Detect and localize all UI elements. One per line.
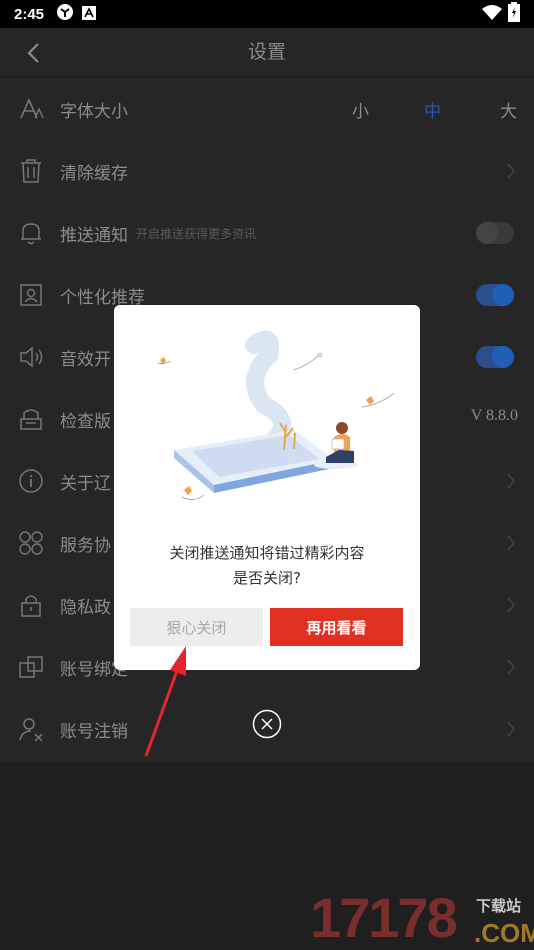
- version-number: V 8.8.0: [470, 407, 518, 424]
- trash-icon: [16, 156, 46, 186]
- dialog-message-line1: 关闭推送通知将错过精彩内容: [169, 544, 365, 562]
- page-title: 设置: [247, 41, 286, 63]
- speaker-icon: [16, 342, 46, 372]
- bell-icon: [16, 218, 46, 248]
- watermark-top-text: 下载站: [476, 897, 522, 915]
- service-label: 服务协: [60, 535, 111, 556]
- grid-circles-icon: [16, 528, 46, 558]
- battery-icon: [508, 2, 520, 26]
- font-size-large[interactable]: 大: [500, 97, 517, 122]
- about-label: 关于辽: [60, 473, 111, 494]
- keyboard-notification-icon: [82, 5, 97, 24]
- chevron-right-icon: [507, 535, 516, 551]
- sound-label: 音效开: [60, 349, 111, 370]
- annotation-arrow: [144, 646, 186, 757]
- push-toggle[interactable]: [476, 222, 514, 244]
- chevron-right-icon: [507, 163, 516, 179]
- watermark-number: 17178: [310, 886, 458, 949]
- dialog-close-icon[interactable]: [252, 709, 282, 739]
- row-clear-cache[interactable]: 清除缓存: [0, 140, 534, 202]
- user-remove-icon: [16, 714, 46, 744]
- clear-cache-label: 清除缓存: [60, 163, 128, 184]
- link-squares-icon: [16, 652, 46, 682]
- dialog-message-line2: 是否关闭?: [233, 569, 301, 587]
- account-cancel-label: 账号注销: [60, 721, 128, 742]
- font-size-small[interactable]: 小: [352, 97, 369, 122]
- push-label: 推送通知: [60, 225, 128, 246]
- row-push: 推送通知 开启推送获得更多资讯: [0, 202, 534, 264]
- update-box-icon: [16, 404, 46, 434]
- keep-using-button[interactable]: 再用看看: [270, 608, 403, 646]
- font-size-label: 字体大小: [60, 101, 128, 122]
- check-version-label: 检查版: [60, 411, 111, 432]
- chevron-right-icon: [507, 721, 516, 737]
- status-time: 2:45: [14, 5, 45, 23]
- watermark-com: .COM: [474, 918, 534, 948]
- header: 设置: [0, 28, 534, 76]
- row-font-size: 字体大小 小 中 大: [0, 78, 534, 140]
- info-icon: [16, 466, 46, 496]
- personalized-toggle[interactable]: [476, 284, 514, 306]
- wifi-icon: [482, 4, 502, 24]
- sound-toggle[interactable]: [476, 346, 514, 368]
- personalized-label: 个性化推荐: [60, 287, 145, 308]
- status-bar: 2:45: [0, 0, 534, 28]
- chevron-right-icon: [507, 597, 516, 613]
- app-notification-icon: [56, 3, 74, 25]
- push-hint: 开启推送获得更多资讯: [136, 226, 257, 241]
- notification-illustration: [157, 330, 394, 500]
- push-close-dialog: 关闭推送通知将错过精彩内容 是否关闭? 狠心关闭 再用看看: [114, 305, 420, 670]
- font-size-options: 小 中 大: [340, 78, 530, 140]
- font-size-medium[interactable]: 中: [424, 97, 441, 122]
- font-size-icon: [16, 94, 46, 124]
- dialog-message: 关闭推送通知将错过精彩内容 是否关闭?: [114, 541, 420, 591]
- lock-icon: [16, 590, 46, 620]
- profile-card-icon: [16, 280, 46, 310]
- privacy-label: 隐私政: [60, 597, 111, 618]
- chevron-right-icon: [507, 473, 516, 489]
- chevron-right-icon: [507, 659, 516, 675]
- site-watermark: 17178 下载站 .COM: [310, 885, 534, 950]
